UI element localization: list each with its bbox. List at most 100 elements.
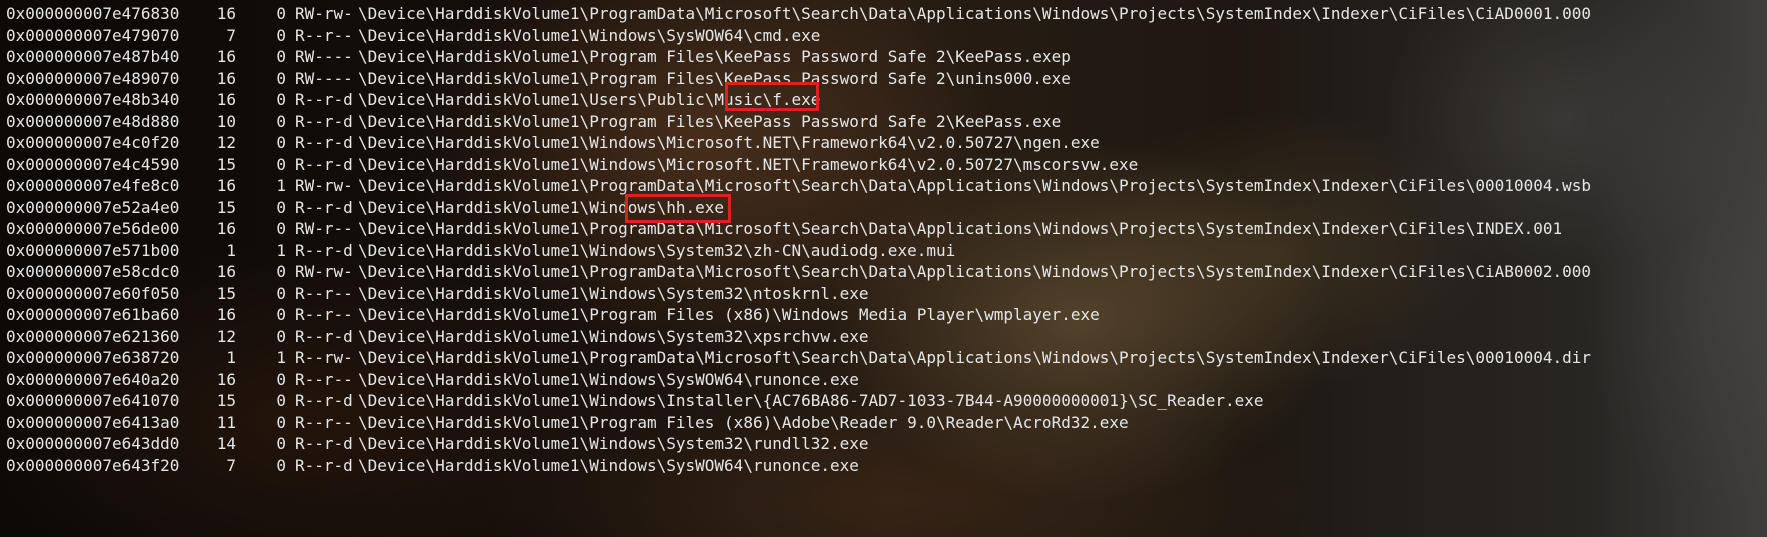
highlight-box-f-exe [725,82,819,111]
access-flags: R--r-d [295,455,353,475]
pointer-count: 10 [216,111,236,131]
file-path: \Device\HarddiskVolume1\Windows\SysWOW64… [358,25,821,45]
pointer-count: 12 [216,133,236,152]
terminal-window[interactable]: 0x000000007e476830 16 0 RW-rw- \Device\H… [0,0,1767,537]
object-address: 0x000000007e641070 [6,391,180,410]
object-address: 0x000000007e638720 [6,348,180,367]
handle-count: 0 [276,197,286,217]
object-address: 0x000000007e479070 [6,25,180,45]
pointer-count: 16 [216,262,236,281]
output-row: 0x000000007e58cdc0 16 0 RW-rw- \Device\H… [6,261,1591,283]
file-path: \Device\HarddiskVolume1\Program Files (x… [358,412,1129,432]
file-path: \Device\HarddiskVolume1\Windows\System32… [358,240,956,260]
handle-count: 0 [276,47,286,66]
object-address: 0x000000007e571b00 [6,240,180,260]
output-row: 0x000000007e621360 12 0 R--r-d \Device\H… [6,326,1591,348]
output-row: 0x000000007e61ba60 16 0 R--r-- \Device\H… [6,304,1591,326]
handle-count: 0 [276,283,286,303]
handle-count: 0 [276,262,286,281]
access-flags: R--r-d [295,197,353,217]
handle-count: 0 [276,369,286,389]
handle-count: 0 [276,154,286,174]
access-flags: R--r-d [295,240,353,260]
file-path: \Device\HarddiskVolume1\ProgramData\Micr… [358,219,1563,238]
handle-count: 0 [276,4,286,23]
output-row: 0x000000007e487b40 16 0 RW---- \Device\H… [6,46,1591,68]
object-address: 0x000000007e640a20 [6,369,180,389]
pointer-count: 11 [216,412,236,432]
output-row: 0x000000007e643f20 7 0 R--r-d \Device\Ha… [6,455,1591,477]
access-flags: R--r-d [295,434,353,453]
file-path: \Device\HarddiskVolume1\ProgramData\Micr… [358,4,1591,23]
output-row: 0x000000007e571b00 1 1 R--r-d \Device\Ha… [6,240,1591,262]
file-path: \Device\HarddiskVolume1\Program Files\Ke… [358,68,1071,88]
pointer-count: 15 [216,391,236,410]
handle-count: 0 [276,455,286,475]
output-row: 0x000000007e638720 1 1 R--rw- \Device\Ha… [6,347,1591,369]
handle-count: 0 [276,412,286,432]
handle-count: 0 [276,68,286,88]
pointer-count: 15 [216,154,236,174]
output-row: 0x000000007e6413a0 11 0 R--r-- \Device\H… [6,412,1591,434]
pointer-count: 7 [226,25,236,45]
object-address: 0x000000007e58cdc0 [6,262,180,281]
object-address: 0x000000007e48b340 [6,90,180,109]
access-flags: R--r-d [295,111,353,131]
handle-count: 0 [276,111,286,131]
handle-count: 1 [276,240,286,260]
object-address: 0x000000007e476830 [6,4,180,23]
access-flags: RW---- [295,47,353,66]
object-address: 0x000000007e4fe8c0 [6,176,180,195]
handle-count: 0 [276,25,286,45]
output-row: 0x000000007e643dd0 14 0 R--r-d \Device\H… [6,433,1591,455]
object-address: 0x000000007e489070 [6,68,180,88]
access-flags: R--r-- [295,412,353,432]
access-flags: RW---- [295,68,353,88]
pointer-count: 1 [226,348,236,367]
object-address: 0x000000007e4c0f20 [6,133,180,152]
output-row: 0x000000007e479070 7 0 R--r-- \Device\Ha… [6,25,1591,47]
access-flags: R--r-d [295,133,353,152]
file-path: \Device\HarddiskVolume1\Program Files\Ke… [358,111,1062,131]
output-row: 0x000000007e476830 16 0 RW-rw- \Device\H… [6,3,1591,25]
pointer-count: 15 [216,283,236,303]
handle-count: 0 [276,434,286,453]
access-flags: R--r-d [295,326,353,346]
access-flags: RW-rw- [295,4,353,23]
output-row: 0x000000007e56de00 16 0 RW-r-- \Device\H… [6,218,1591,240]
output-row: 0x000000007e52a4e0 15 0 R--r-d \Device\H… [6,197,1591,219]
pointer-count: 16 [216,369,236,389]
file-path: \Device\HarddiskVolume1\Windows\Microsof… [358,154,1139,174]
object-address: 0x000000007e6413a0 [6,412,180,432]
object-address: 0x000000007e60f050 [6,283,180,303]
pointer-count: 16 [216,305,236,324]
output-row: 0x000000007e641070 15 0 R--r-d \Device\H… [6,390,1591,412]
object-address: 0x000000007e61ba60 [6,305,180,324]
pointer-count: 7 [226,455,236,475]
pointer-count: 14 [216,434,236,453]
object-address: 0x000000007e52a4e0 [6,197,180,217]
file-path: \Device\HarddiskVolume1\Program Files\Ke… [358,47,1071,66]
output-row: 0x000000007e48d880 10 0 R--r-d \Device\H… [6,111,1591,133]
pointer-count: 16 [216,4,236,23]
output-row: 0x000000007e60f050 15 0 R--r-- \Device\H… [6,283,1591,305]
handle-count: 0 [276,305,286,324]
access-flags: R--rw- [295,348,353,367]
access-flags: R--r-- [295,369,353,389]
handle-count: 0 [276,133,286,152]
file-path: \Device\HarddiskVolume1\Windows\System32… [358,434,869,453]
output-row: 0x000000007e4fe8c0 16 1 RW-rw- \Device\H… [6,175,1591,197]
file-path: \Device\HarddiskVolume1\Windows\SysWOW64… [358,369,859,389]
handle-count: 1 [276,348,286,367]
object-address: 0x000000007e643f20 [6,455,180,475]
pointer-count: 16 [216,176,236,195]
object-address: 0x000000007e487b40 [6,47,180,66]
file-path: \Device\HarddiskVolume1\Windows\SysWOW64… [358,455,859,475]
output-row: 0x000000007e640a20 16 0 R--r-- \Device\H… [6,369,1591,391]
pointer-count: 16 [216,219,236,238]
file-path: \Device\HarddiskVolume1\ProgramData\Micr… [358,262,1591,281]
access-flags: RW-rw- [295,176,353,195]
file-path: \Device\HarddiskVolume1\Windows\System32… [358,283,869,303]
handle-count: 0 [276,326,286,346]
pointer-count: 15 [216,197,236,217]
